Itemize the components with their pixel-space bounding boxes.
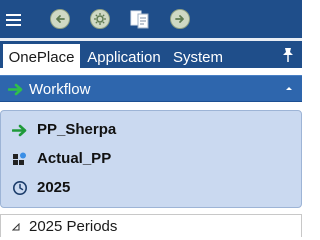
scenario-grid-icon — [11, 150, 29, 168]
clock-icon — [11, 179, 29, 197]
tab-system[interactable]: System — [170, 44, 226, 71]
time-row[interactable]: 2025 — [1, 175, 301, 201]
forward-arrow-icon[interactable] — [168, 4, 192, 34]
pin-icon[interactable] — [280, 46, 296, 64]
periods-tree-node[interactable]: 2025 Periods — [0, 214, 302, 237]
workflow-name: PP_Sherpa — [37, 121, 117, 138]
green-arrow-icon — [11, 121, 29, 139]
workflow-name-row[interactable]: PP_Sherpa — [1, 117, 301, 143]
green-arrow-icon — [8, 83, 23, 96]
hamburger-menu-icon[interactable] — [3, 4, 23, 34]
workflow-info-panel: PP_Sherpa Actual_PP 2025 — [0, 110, 302, 208]
time-value: 2025 — [37, 179, 71, 196]
tab-application[interactable]: Application — [82, 44, 166, 71]
collapse-caret-icon[interactable] — [286, 87, 292, 90]
documents-icon[interactable] — [128, 4, 152, 34]
scenario-row[interactable]: Actual_PP — [1, 146, 301, 172]
back-arrow-icon[interactable] — [48, 4, 72, 34]
tab-oneplace[interactable]: OnePlace — [3, 44, 80, 71]
tab-bar: OnePlace Application System — [0, 38, 302, 71]
top-toolbar — [0, 0, 302, 38]
periods-label: 2025 Periods — [29, 218, 118, 235]
settings-gear-icon[interactable] — [88, 4, 112, 34]
workflow-label: Workflow — [29, 81, 91, 98]
scenario-name: Actual_PP — [37, 150, 112, 167]
expand-triangle-icon[interactable] — [12, 223, 20, 231]
workflow-header[interactable]: Workflow — [0, 75, 302, 102]
